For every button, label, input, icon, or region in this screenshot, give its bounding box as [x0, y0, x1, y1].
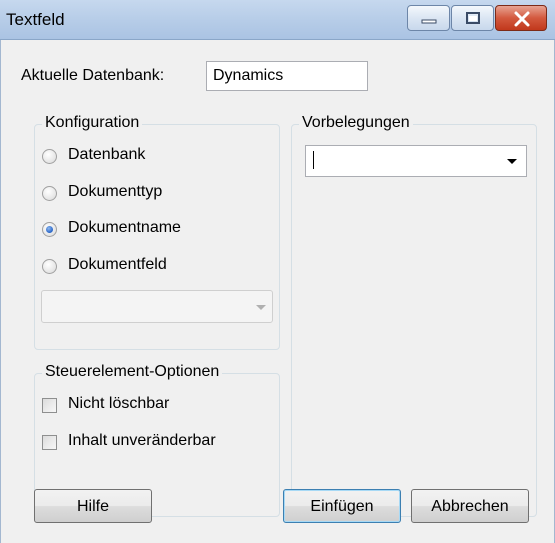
- dialog-window: Textfeld Aktuelle Datenbank: Dynamics Ko…: [0, 0, 555, 543]
- maximize-button[interactable]: [451, 5, 494, 31]
- database-field[interactable]: Dynamics: [206, 61, 368, 91]
- insert-button[interactable]: Einfügen: [283, 489, 401, 523]
- radio-label-datenbank: Datenbank: [68, 146, 146, 163]
- database-label: Aktuelle Datenbank:: [21, 67, 165, 84]
- radio-label-dokumenttyp: Dokumenttyp: [68, 183, 163, 200]
- checkbox-nicht-loeschbar[interactable]: [42, 398, 57, 413]
- vorbelegungen-group: [291, 124, 537, 517]
- text-cursor: [313, 151, 314, 169]
- dialog-body: Aktuelle Datenbank: Dynamics Konfigurati…: [0, 40, 555, 543]
- radio-label-dokumentname: Dokumentname: [68, 219, 181, 236]
- close-icon: [514, 11, 530, 27]
- window-title: Textfeld: [6, 10, 65, 29]
- radio-dokumentfeld[interactable]: [42, 259, 57, 274]
- chevron-down-icon: [256, 305, 266, 310]
- radio-datenbank[interactable]: [42, 149, 57, 164]
- vorbelegungen-combo[interactable]: [305, 145, 527, 177]
- cancel-button[interactable]: Abbrechen: [411, 489, 529, 523]
- radio-label-dokumentfeld: Dokumentfeld: [68, 256, 167, 273]
- vorbelegungen-title: Vorbelegungen: [299, 114, 413, 132]
- radio-dokumentname[interactable]: [42, 222, 57, 237]
- title-bar[interactable]: Textfeld: [0, 0, 555, 40]
- checkbox-label-nicht-loeschbar: Nicht löschbar: [68, 395, 170, 412]
- maximize-icon: [466, 12, 480, 24]
- checkbox-label-inhalt-unveraenderbar: Inhalt unveränderbar: [68, 432, 216, 449]
- close-button[interactable]: [495, 5, 547, 31]
- steuerelement-optionen-title: Steuerelement-Optionen: [42, 363, 223, 381]
- radio-dokumenttyp[interactable]: [42, 186, 57, 201]
- konfiguration-title: Konfiguration: [42, 114, 143, 132]
- help-button[interactable]: Hilfe: [34, 489, 152, 523]
- document-field-combo[interactable]: [41, 290, 273, 323]
- checkbox-inhalt-unveraenderbar[interactable]: [42, 435, 57, 450]
- chevron-down-icon: [507, 159, 517, 164]
- minimize-button[interactable]: [407, 5, 450, 31]
- minimize-icon: [421, 19, 437, 24]
